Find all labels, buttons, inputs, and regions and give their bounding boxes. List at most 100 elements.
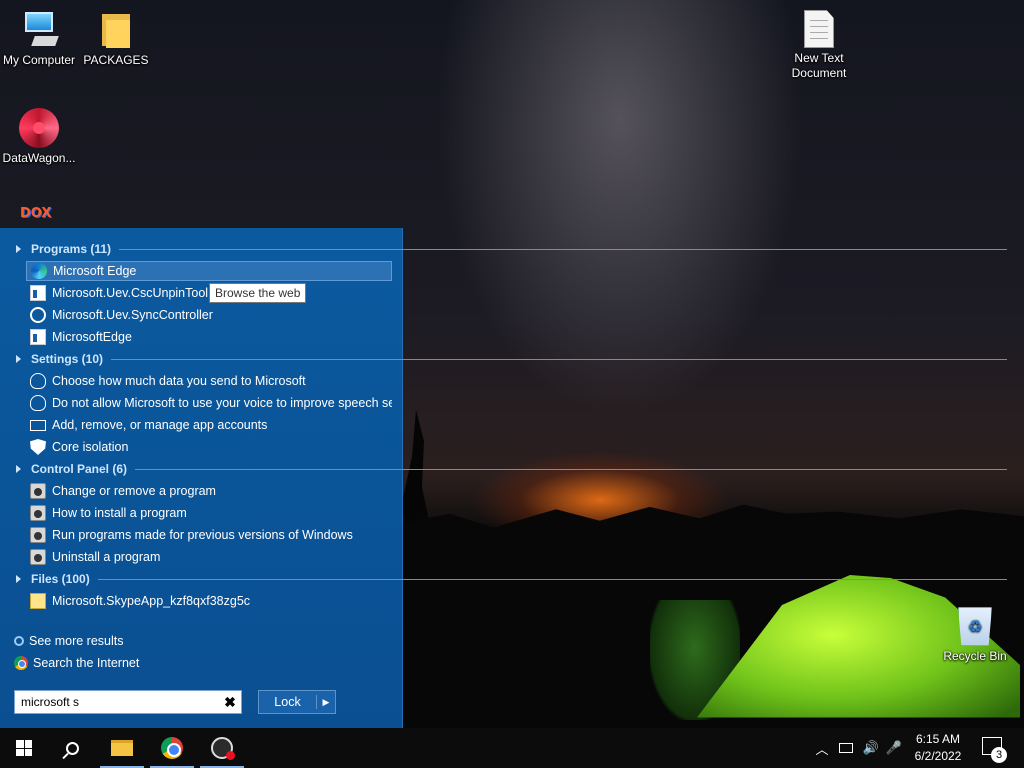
group-header-control-panel[interactable]: Control Panel (6) [16, 460, 1007, 478]
taskbar-clock[interactable]: 6:15 AM 6/2/2022 [906, 731, 970, 765]
result-cp-change-remove[interactable]: Change or remove a program [26, 481, 392, 501]
divider [111, 358, 1007, 360]
group-header-settings[interactable]: Settings (10) [16, 350, 1007, 368]
network-icon[interactable] [836, 728, 856, 768]
result-cp-compat[interactable]: Run programs made for previous versions … [26, 525, 392, 545]
result-label: MicrosoftEdge [52, 330, 132, 344]
clear-icon[interactable]: ✖ [219, 694, 241, 711]
show-hidden-icons-button[interactable]: ︿ [812, 728, 832, 768]
result-label: How to install a program [52, 506, 187, 520]
desktop-icon-recycle-bin[interactable]: ♻ Recycle Bin [937, 604, 1013, 664]
speaker-icon[interactable]: 🔊 [860, 728, 882, 768]
result-label: Add, remove, or manage app accounts [52, 418, 268, 432]
lock-button[interactable]: Lock ▶ [258, 690, 336, 714]
microphone-icon[interactable]: 🎤 [884, 728, 904, 768]
result-label: Microsoft.Uev.CscUnpinTool [52, 286, 209, 300]
start-search-panel [0, 228, 403, 728]
result-uev-synccontroller[interactable]: Microsoft.Uev.SyncController [26, 305, 392, 325]
search-icon [65, 741, 79, 755]
taskbar-file-explorer[interactable] [98, 728, 146, 768]
desktop-icon-my-computer[interactable]: My Computer [1, 10, 77, 68]
result-cp-uninstall[interactable]: Uninstall a program [26, 547, 392, 567]
group-header-programs[interactable]: Programs (11) [16, 240, 1007, 258]
obs-recording-icon [211, 737, 235, 760]
recycle-bin-icon: ♻ [958, 607, 992, 646]
expand-triangle-icon [16, 245, 21, 253]
desktop-icon-label: Document [791, 66, 847, 80]
file-explorer-icon [111, 740, 133, 756]
result-label: Core isolation [52, 440, 129, 454]
windows-logo-icon [16, 740, 32, 756]
result-label: Microsoft Edge [53, 264, 137, 278]
result-file-skypeapp[interactable]: Microsoft.SkypeApp_kzf8qxf38zg5c [26, 591, 392, 611]
taskbar-chrome[interactable] [148, 728, 196, 768]
result-setting-accounts[interactable]: Add, remove, or manage app accounts [26, 415, 392, 435]
chrome-icon [14, 656, 28, 670]
result-label: Microsoft.Uev.SyncController [52, 308, 213, 322]
result-label: Uninstall a program [52, 550, 161, 564]
notification-count-badge: 3 [991, 747, 1007, 763]
folder-icon [30, 593, 46, 609]
group-label: Files (100) [31, 572, 90, 586]
app-window-icon [30, 329, 46, 345]
group-label: Control Panel (6) [31, 462, 128, 476]
search-input[interactable]: microsoft s ✖ [14, 690, 242, 714]
divider [97, 578, 1007, 580]
result-label: Change or remove a program [52, 484, 216, 498]
clock-date: 6/2/2022 [914, 749, 962, 763]
link-label: See more results [29, 634, 124, 648]
expand-triangle-icon [16, 355, 21, 363]
search-internet-link[interactable]: Search the Internet [14, 654, 139, 672]
shield-icon [30, 439, 46, 455]
search-icon [14, 636, 24, 646]
programs-icon [30, 505, 46, 521]
text-document-icon [804, 10, 834, 48]
group-label: Settings (10) [31, 352, 104, 366]
result-microsoftedge[interactable]: MicrosoftEdge [26, 327, 392, 347]
desktop-icon-new-text-document[interactable]: New Text Document [781, 10, 857, 81]
taskbar: ︿ 🔊 🎤 6:15 AM 6/2/2022 [0, 728, 1024, 768]
privacy-person-icon [30, 373, 46, 389]
see-more-results-link[interactable]: See more results [14, 632, 123, 650]
desktop-icon-packages[interactable]: PACKAGES [78, 10, 154, 68]
result-microsoft-edge[interactable]: Microsoft Edge [26, 261, 392, 281]
divider [135, 468, 1007, 470]
group-label: Programs (11) [31, 242, 112, 256]
desktop-icon-label: New Text [794, 51, 844, 65]
link-label: Search the Internet [33, 656, 140, 670]
desktop-icon-label: PACKAGES [83, 53, 149, 67]
datawagon-icon [19, 108, 59, 148]
desktop-icon-label: DataWagon... [2, 151, 76, 165]
group-header-files[interactable]: Files (100) [16, 570, 1007, 588]
result-cp-install[interactable]: How to install a program [26, 503, 392, 523]
desktop-icon-label: Recycle Bin [943, 649, 1007, 663]
result-label: Run programs made for previous versions … [52, 528, 353, 542]
lock-label: Lock [259, 695, 317, 709]
mail-icon [30, 419, 46, 431]
expand-triangle-icon [16, 575, 21, 583]
divider [119, 248, 1007, 250]
search-input-value: microsoft s [21, 695, 80, 709]
tooltip: Browse the web [209, 283, 307, 303]
expand-triangle-icon [16, 465, 21, 473]
app-window-icon [30, 285, 46, 301]
clock-time: 6:15 AM [915, 732, 961, 746]
result-label: Choose how much data you send to Microso… [52, 374, 306, 388]
programs-icon [30, 483, 46, 499]
chrome-icon [161, 737, 183, 759]
result-setting-data[interactable]: Choose how much data you send to Microso… [26, 371, 392, 391]
result-setting-voice[interactable]: Do not allow Microsoft to use your voice… [26, 393, 392, 413]
result-setting-core-isolation[interactable]: Core isolation [26, 437, 392, 457]
programs-icon [30, 527, 46, 543]
taskbar-search-button[interactable] [48, 728, 96, 768]
folder-icon [96, 10, 136, 50]
computer-icon [19, 10, 59, 50]
result-label: Microsoft.SkypeApp_kzf8qxf38zg5c [52, 594, 251, 608]
start-button[interactable] [0, 728, 48, 768]
dox-app-icon[interactable]: DOX [20, 206, 60, 226]
desktop-icon-datawagon[interactable]: DataWagon... [1, 108, 77, 166]
chevron-right-icon[interactable]: ▶ [317, 697, 335, 708]
edge-icon [31, 263, 47, 279]
result-label: Do not allow Microsoft to use your voice… [52, 396, 392, 410]
taskbar-obs[interactable] [198, 728, 246, 768]
